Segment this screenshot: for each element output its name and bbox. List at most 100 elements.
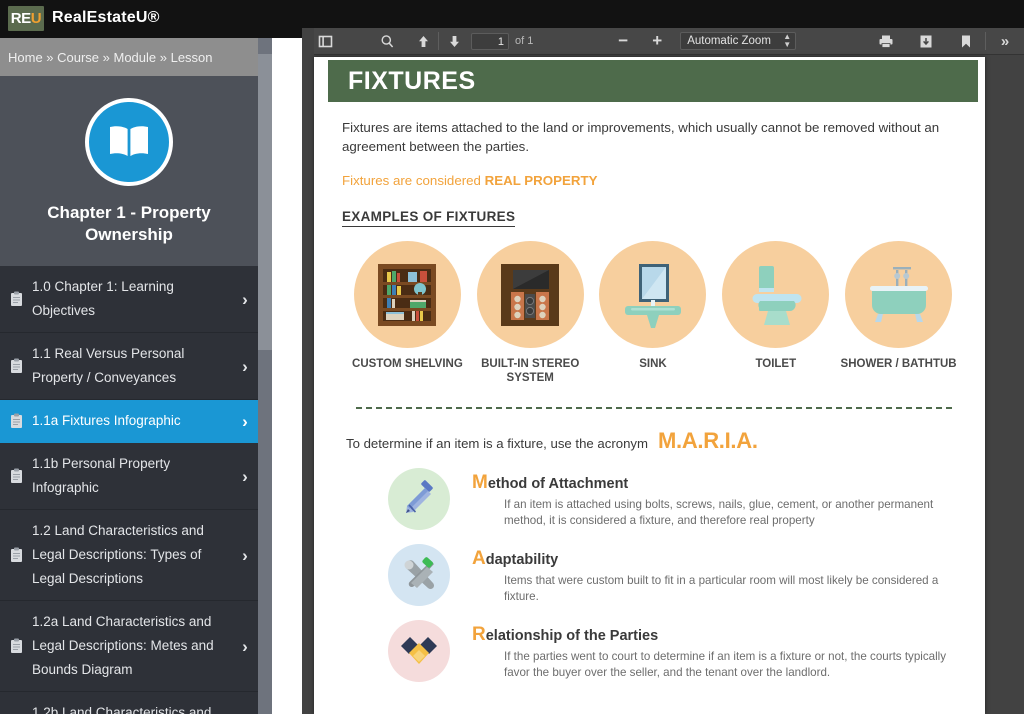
lesson-list: 1.0 Chapter 1: Learning Objectives › 1.1 R… [0,266,258,714]
maria-capital-letter: M [472,472,488,493]
document-title: FIXTURES [348,66,476,95]
sidebar-toggle-icon[interactable] [312,30,338,53]
screw-icon [388,468,450,530]
chevron-right-icon: › [242,411,248,431]
chevron-right-icon: › [242,356,248,376]
maria-text: Relationship of the Parties If the partie… [460,620,960,682]
reu-logo[interactable]: REU [8,6,44,31]
real-property-lead: Fixtures are considered [342,173,485,188]
maria-text: Adaptability Items that were custom built… [460,544,960,606]
maria-title: Method of Attachment [472,472,960,494]
course-player-app: REU RealEstateU® Home » Course » Module … [0,0,1024,714]
sidebar-item-label: 1.1b Personal Property Infographic [32,456,171,495]
printer-icon[interactable] [873,30,899,53]
sidebar-item-5[interactable]: 1.2a Land Characteristics and Legal Desc… [0,601,258,692]
tools-icon [388,544,450,606]
fixture-example-caption: TOILET [755,358,797,370]
maria-text: Method of Attachment If an item is attach… [460,468,960,530]
acronym-intro: To determine if an item is a fixture, us… [346,436,648,451]
sidebar-item-4[interactable]: 1.2 Land Characteristics and Legal Descr… [0,510,258,601]
intro-paragraph: Fixtures are items attached to the land … [342,120,940,154]
maria-description: If the parties went to court to determin… [504,650,947,679]
arrow-down-icon[interactable] [441,30,467,53]
breadcrumb[interactable]: Home » Course » Module » Lesson [0,38,258,76]
clipboard-icon [8,291,24,307]
maria-item-0: Method of Attachment If an item is attach… [342,468,960,530]
document-header: FIXTURES [328,60,978,102]
fixture-examples-row: CUSTOM SHELVING BUILT-IN STEREO SYSTEM SIN… [342,241,960,385]
maria-title: Adaptability [472,548,960,570]
fixture-example-3: TOILET [714,241,837,385]
download-icon[interactable] [913,30,939,53]
fixture-example-caption: SHOWER / BATHTUB [840,358,957,370]
logo-u-text: U [30,10,42,27]
maria-icon-wrap [388,620,460,682]
sidebar-item-6[interactable]: 1.2b Land Characteristics and Legal Desc… [0,692,258,714]
sidebar-item-label: 1.1 Real Versus Personal Property / Conv… [32,346,185,385]
stereo-system-icon [476,241,584,348]
sidebar-item-1[interactable]: 1.1 Real Versus Personal Property / Conv… [0,333,258,400]
maria-title-rest: ethod of Attachment [487,476,629,492]
zoom-out-button[interactable]: − [610,30,636,53]
brand-title: RealEstateU® [52,9,160,26]
maria-description: Items that were custom built to fit in a… [504,574,939,603]
fixture-example-caption: BUILT-IN STEREO SYSTEM [481,358,580,384]
maria-title-rest: daptability [485,552,559,568]
maria-list: Method of Attachment If an item is attach… [342,468,960,682]
sidebar-item-0[interactable]: 1.0 Chapter 1: Learning Objectives › [0,266,258,333]
acronym-row: To determine if an item is a fixture, us… [342,428,960,454]
sidebar-scrollbar-thumb[interactable] [258,54,272,350]
chevron-right-icon: › [242,289,248,309]
pdf-toolbar: 1 of 1 − + Automatic Zoom ▲ ▼ » [302,28,1024,55]
logo-re-text: RE [10,10,31,27]
infographic: FIXTURES Fixtures are items attached to … [328,60,978,682]
chapter-header: Chapter 1 - Property Ownership [0,76,258,266]
zoom-in-button[interactable]: + [644,30,670,53]
clipboard-icon [8,413,24,429]
fixture-example-0: CUSTOM SHELVING [346,241,469,385]
sidebar-item-label: 1.2 Land Characteristics and Legal Descr… [32,523,204,586]
maria-capital-letter: A [472,548,486,569]
pdf-left-margin [302,28,314,714]
open-book-icon [85,98,173,186]
clipboard-icon [8,358,24,374]
pdf-right-margin [985,57,1024,714]
maria-icon-wrap [388,468,460,530]
handshake-icon [388,620,450,682]
chevron-updown-icon: ▲ ▼ [783,32,792,49]
chevron-right-icon: › [242,466,248,486]
page-number-input[interactable]: 1 [471,32,509,50]
arrow-up-icon[interactable] [410,30,436,53]
sidebar-item-2[interactable]: 1.1a Fixtures Infographic › [0,400,258,443]
more-tools-button[interactable]: » [992,30,1018,53]
clipboard-icon [8,547,24,563]
fixture-example-4: SHOWER / BATHTUB [837,241,960,385]
pdf-viewer: 1 of 1 − + Automatic Zoom ▲ ▼ » FIXTURES… [302,28,1024,714]
search-icon[interactable] [374,30,400,53]
maria-title-rest: elationship of the Parties [485,628,659,644]
sidebar-item-3[interactable]: 1.1b Personal Property Infographic › [0,443,258,510]
bookshelf-icon [353,241,461,348]
section-divider [356,407,952,409]
clipboard-icon [8,468,24,484]
bookmark-icon[interactable] [953,30,979,53]
real-property-strong: REAL PROPERTY [484,173,598,188]
bathtub-icon [845,241,953,348]
fixture-example-caption: SINK [639,358,667,370]
fixture-example-2: SINK [592,241,715,385]
maria-title: Relationship of the Parties [472,624,960,646]
toilet-icon [722,241,830,348]
zoom-level-select[interactable]: Automatic Zoom ▲ ▼ [680,32,797,50]
sidebar-item-label: 1.0 Chapter 1: Learning Objectives [32,279,174,318]
course-sidebar: Home » Course » Module » Lesson Chapter … [0,38,258,714]
clipboard-icon [8,638,24,654]
page-title: Chapter 1 - Property Ownership [47,203,211,244]
fixture-example-caption: CUSTOM SHELVING [352,358,463,370]
chevron-right-icon: › [242,636,248,656]
page-total-label: of 1 [515,35,534,47]
fixture-example-1: BUILT-IN STEREO SYSTEM [469,241,592,385]
maria-item-2: Relationship of the Parties If the partie… [342,620,960,682]
acronym-text: M.A.R.I.A. [657,428,758,453]
sidebar-item-label: 1.1a Fixtures Infographic [32,413,181,428]
sink-icon [599,241,707,348]
